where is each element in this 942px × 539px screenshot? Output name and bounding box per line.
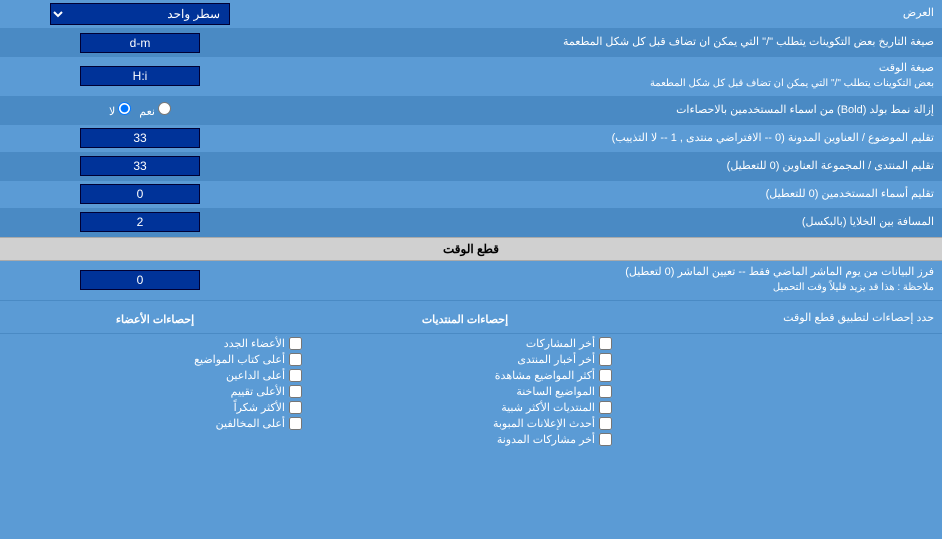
row-trim-usernames: تقليم أسماء المستخدمين (0 للتعطيل) bbox=[0, 181, 942, 209]
cb-item-top-rated: الأعلى تقييم bbox=[8, 385, 302, 398]
input-cell-data-sort bbox=[0, 267, 280, 293]
input-cell-spacing bbox=[0, 209, 280, 235]
radio-no[interactable] bbox=[118, 102, 131, 115]
cb-blog-posts[interactable] bbox=[599, 433, 612, 446]
radio-label-yes: نعم bbox=[139, 102, 171, 118]
cb-forum-news[interactable] bbox=[599, 353, 612, 366]
section-header-cutoff: قطع الوقت bbox=[0, 237, 942, 261]
cb-item-last-posts: أخر المشاركات bbox=[318, 337, 612, 350]
cb-top-violators[interactable] bbox=[289, 417, 302, 430]
row-cell-spacing: المسافة بين الخلايا (بالبكسل) bbox=[0, 209, 942, 237]
input-cell-bold: نعم لا bbox=[0, 97, 280, 123]
row-data-sort: فرز البيانات من يوم الماشر الماضي فقط --… bbox=[0, 261, 942, 301]
cb-label-top-rated: الأعلى تقييم bbox=[231, 385, 285, 398]
cb-label-forum-news: أخر أخبار المنتدى bbox=[517, 353, 595, 366]
cb-most-viewed[interactable] bbox=[599, 369, 612, 382]
checkboxes-header-label: حدد إحصاءات لتطبيق قطع الوقت bbox=[620, 307, 942, 330]
input-trim-forum[interactable] bbox=[80, 156, 200, 176]
cb-label-top-inviters: أعلى الداعين bbox=[226, 369, 285, 382]
input-cell-time bbox=[0, 63, 280, 89]
input-cell-display: سطر واحد bbox=[0, 0, 280, 28]
radio-yes[interactable] bbox=[158, 102, 171, 115]
label-date-format: صيغة التاريخ بعض التكوينات يتطلب "/" الت… bbox=[280, 31, 942, 54]
cb-top-rated[interactable] bbox=[289, 385, 302, 398]
input-time-format[interactable] bbox=[80, 66, 200, 86]
cb-most-thanked[interactable] bbox=[289, 401, 302, 414]
row-single-line: العرض سطر واحد bbox=[0, 0, 942, 29]
row-date-format: صيغة التاريخ بعض التكوينات يتطلب "/" الت… bbox=[0, 29, 942, 57]
col1-checkboxes: أخر المشاركات أخر أخبار المنتدى أكثر الم… bbox=[310, 334, 620, 452]
cb-label-top-writers: أعلى كتاب المواضيع bbox=[194, 353, 285, 366]
cb-label-top-violators: أعلى المخالفين bbox=[216, 417, 285, 430]
cb-classified-ads[interactable] bbox=[599, 417, 612, 430]
select-display[interactable]: سطر واحد bbox=[50, 3, 230, 25]
input-data-sort[interactable] bbox=[80, 270, 200, 290]
checkbox-rows: أخر المشاركات أخر أخبار المنتدى أكثر الم… bbox=[0, 334, 942, 452]
checkbox-label-col bbox=[620, 334, 942, 452]
cb-item-top-inviters: أعلى الداعين bbox=[8, 369, 302, 382]
radio-label-no: لا bbox=[109, 102, 131, 118]
cb-label-most-thanked: الأكثر شكراً bbox=[234, 401, 285, 414]
radio-group-bold: نعم لا bbox=[104, 100, 176, 120]
cb-item-classified-ads: أحدث الإعلانات المبوبة bbox=[318, 417, 612, 430]
cb-new-members[interactable] bbox=[289, 337, 302, 350]
col1-header: إحصاءات المنتديات bbox=[310, 310, 620, 329]
input-trim-usernames[interactable] bbox=[80, 184, 200, 204]
checkboxes-area: حدد إحصاءات لتطبيق قطع الوقت إحصاءات الم… bbox=[0, 301, 942, 457]
row-trim-forum: تقليم المنتدى / المجموعة العناوين (0 للت… bbox=[0, 153, 942, 181]
row-trim-topic: تقليم الموضوع / العناوين المدونة (0 -- ا… bbox=[0, 125, 942, 153]
cb-item-blog-posts: أخر مشاركات المدونة bbox=[318, 433, 612, 446]
cb-top-inviters[interactable] bbox=[289, 369, 302, 382]
input-trim-topic[interactable] bbox=[80, 128, 200, 148]
col2-checkboxes: الأعضاء الجدد أعلى كتاب المواضيع أعلى ال… bbox=[0, 334, 310, 452]
cb-item-most-thanked: الأكثر شكراً bbox=[8, 401, 302, 414]
cb-item-most-viewed: أكثر المواضيع مشاهدة bbox=[318, 369, 612, 382]
row-bold: إزالة نمط بولد (Bold) من اسماء المستخدمي… bbox=[0, 97, 942, 125]
cb-item-top-writers: أعلى كتاب المواضيع bbox=[8, 353, 302, 366]
cb-label-blog-posts: أخر مشاركات المدونة bbox=[497, 433, 595, 446]
label-data-sort: فرز البيانات من يوم الماشر الماضي فقط --… bbox=[280, 261, 942, 300]
cb-item-forum-news: أخر أخبار المنتدى bbox=[318, 353, 612, 366]
cb-item-hot-topics: المواضيع الساخنة bbox=[318, 385, 612, 398]
cb-label-hot-topics: المواضيع الساخنة bbox=[516, 385, 595, 398]
cb-item-new-members: الأعضاء الجدد bbox=[8, 337, 302, 350]
input-cell-spacing[interactable] bbox=[80, 212, 200, 232]
input-cell-trim-usernames bbox=[0, 181, 280, 207]
cb-label-most-viewed: أكثر المواضيع مشاهدة bbox=[495, 369, 595, 382]
cb-label-new-members: الأعضاء الجدد bbox=[224, 337, 285, 350]
label-time-format: صيغة الوقتبعض التكوينات يتطلب "/" التي ي… bbox=[280, 57, 942, 96]
label-display: العرض bbox=[280, 2, 942, 25]
label-trim-forum: تقليم المنتدى / المجموعة العناوين (0 للت… bbox=[280, 155, 942, 178]
checkboxes-columns-header: إحصاءات المنتديات إحصاءات الأعضاء bbox=[0, 310, 620, 329]
label-trim-usernames: تقليم أسماء المستخدمين (0 للتعطيل) bbox=[280, 183, 942, 206]
label-trim-topic: تقليم الموضوع / العناوين المدونة (0 -- ا… bbox=[280, 127, 942, 150]
input-date-format[interactable] bbox=[80, 33, 200, 53]
row-time-format: صيغة الوقتبعض التكوينات يتطلب "/" التي ي… bbox=[0, 57, 942, 97]
input-cell-date bbox=[0, 30, 280, 56]
cb-item-most-like: المنتديات الأكثر شبية bbox=[318, 401, 612, 414]
checkboxes-header-row: حدد إحصاءات لتطبيق قطع الوقت إحصاءات الم… bbox=[0, 306, 942, 334]
cb-last-posts[interactable] bbox=[599, 337, 612, 350]
cb-label-classified-ads: أحدث الإعلانات المبوبة bbox=[493, 417, 595, 430]
cb-label-most-like: المنتديات الأكثر شبية bbox=[501, 401, 595, 414]
cb-top-writers[interactable] bbox=[289, 353, 302, 366]
cb-label-last-posts: أخر المشاركات bbox=[526, 337, 595, 350]
cb-hot-topics[interactable] bbox=[599, 385, 612, 398]
input-cell-trim-forum bbox=[0, 153, 280, 179]
label-cell-spacing: المسافة بين الخلايا (بالبكسل) bbox=[280, 211, 942, 234]
label-bold: إزالة نمط بولد (Bold) من اسماء المستخدمي… bbox=[280, 99, 942, 122]
cb-most-like[interactable] bbox=[599, 401, 612, 414]
cb-item-top-violators: أعلى المخالفين bbox=[8, 417, 302, 430]
input-cell-trim-topic bbox=[0, 125, 280, 151]
main-container: العرض سطر واحد صيغة التاريخ بعض التكوينا… bbox=[0, 0, 942, 457]
col2-header: إحصاءات الأعضاء bbox=[0, 310, 310, 329]
